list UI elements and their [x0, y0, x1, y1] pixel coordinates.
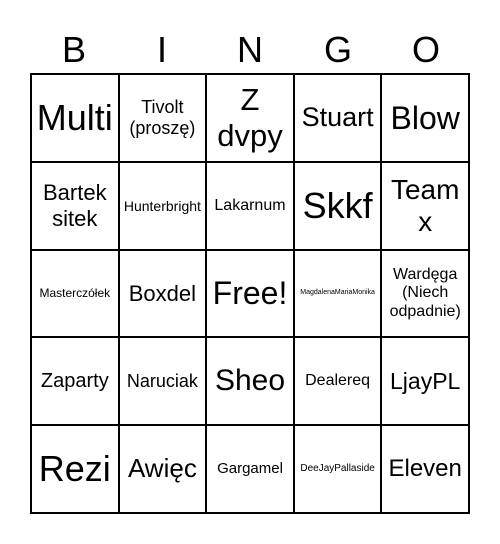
bingo-cell[interactable]: Team x — [381, 161, 469, 250]
bingo-cell[interactable]: Boxdel — [118, 249, 207, 338]
header-letter-g: G — [323, 29, 352, 70]
bingo-cell[interactable]: Dealereq — [293, 337, 382, 426]
bingo-cell[interactable]: Skkf — [293, 161, 382, 250]
bingo-cell[interactable]: Awięc — [118, 425, 207, 513]
bingo-cell[interactable]: LjayPL — [381, 337, 469, 426]
bingo-cell[interactable]: Z dvpy — [206, 74, 294, 162]
bingo-cell[interactable]: Rezi — [31, 425, 119, 513]
bingo-cell[interactable]: Hunterbright — [118, 161, 207, 250]
header-letter-n: N — [237, 29, 263, 70]
bingo-grid: Multi Tivolt (proszę) Z dvpy Stuart Blow… — [30, 73, 470, 514]
header-letter-i: I — [156, 29, 167, 70]
bingo-cell[interactable]: MagdalenaMariaMonika — [293, 249, 382, 338]
bingo-cell[interactable]: Eleven — [381, 425, 469, 513]
bingo-cell[interactable]: Multi — [31, 74, 119, 162]
header-letter-b: B — [61, 29, 86, 70]
bingo-cell[interactable]: Masterczółek — [31, 249, 119, 338]
bingo-cell[interactable]: Gargamel — [206, 425, 294, 513]
bingo-cell[interactable]: Tivolt (proszę) — [118, 74, 207, 162]
bingo-cell[interactable]: Wardęga (Niech odpadnie) — [381, 249, 469, 338]
header-letter-o: O — [411, 29, 440, 70]
bingo-cell[interactable]: Zaparty — [31, 337, 119, 426]
bingo-cell[interactable]: Lakarnum — [206, 161, 294, 250]
free-cell[interactable]: Free! — [206, 249, 294, 338]
bingo-cell[interactable]: Bartek sitek — [31, 161, 119, 250]
bingo-cell[interactable]: Naruciak — [118, 337, 207, 426]
bingo-cell[interactable]: Stuart — [293, 74, 382, 162]
bingo-cell[interactable]: Blow — [381, 74, 469, 162]
bingo-header: B I N G O — [30, 26, 470, 74]
bingo-cell[interactable]: Sheo — [206, 337, 294, 426]
bingo-cell[interactable]: DeeJayPallaside — [293, 425, 382, 513]
